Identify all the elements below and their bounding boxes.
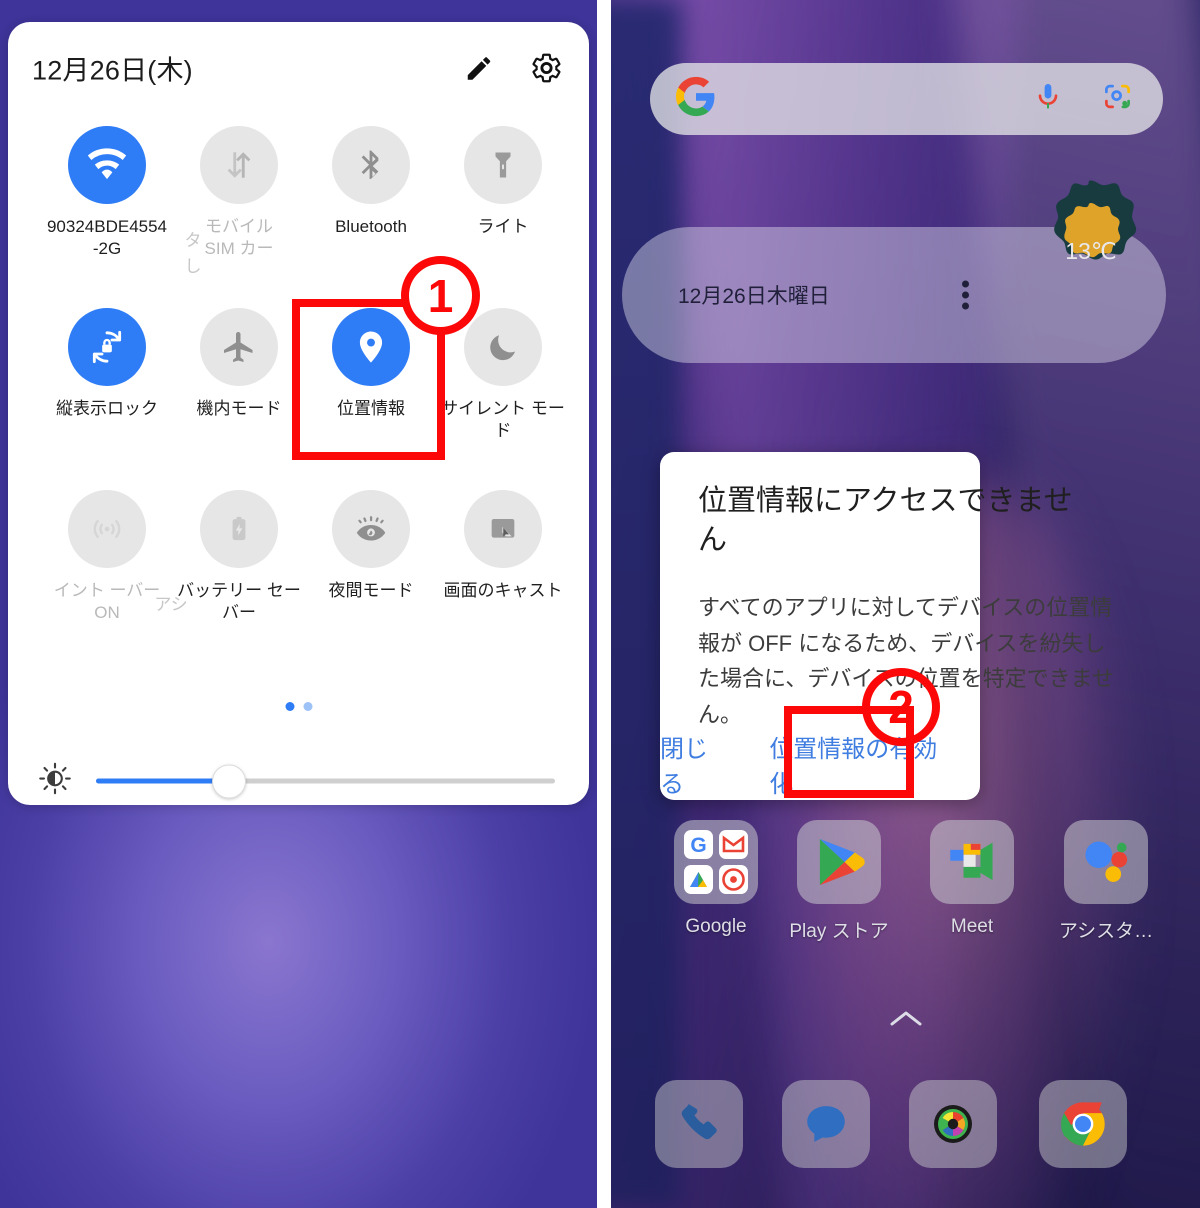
google-assistant-icon — [1064, 820, 1148, 904]
weather-widget[interactable]: 13℃ — [1032, 177, 1150, 295]
tile-row-1: 90324BDE4554-2G モバイル SIM カー Bluetooth ライ… — [8, 126, 589, 308]
airplane-icon — [200, 308, 278, 386]
tile-bluetooth[interactable]: Bluetooth — [305, 126, 437, 238]
tile-row-3: イント ーバー ON バッテリー セーバー 夜間モード 画面のキャスト アシ — [8, 490, 589, 672]
weather-temperature: 13℃ — [1065, 237, 1117, 264]
google-lens-icon[interactable] — [1102, 81, 1133, 117]
play-store-icon — [797, 820, 881, 904]
ghost-label-3: アシ — [154, 595, 188, 614]
tile-flashlight-label: ライト — [477, 217, 529, 236]
wifi-icon — [68, 126, 146, 204]
brightness-track[interactable] — [96, 764, 555, 798]
quick-settings-date: 12月26日(木) — [32, 55, 193, 86]
camera-icon — [908, 1080, 997, 1168]
chevron-up-icon[interactable] — [611, 1008, 1200, 1035]
mobile-data-icon — [200, 126, 278, 204]
google-g-icon — [676, 76, 716, 122]
brightness-icon — [38, 762, 72, 801]
tile-screen-cast-label: 画面のキャスト — [443, 581, 563, 600]
tile-night-mode[interactable]: 夜間モード — [305, 490, 437, 602]
svg-text:G: G — [690, 834, 706, 857]
tile-flashlight[interactable]: ライト — [437, 126, 569, 238]
google-meet-icon — [930, 820, 1014, 904]
moon-icon — [464, 308, 542, 386]
messages-icon — [781, 1080, 870, 1168]
brightness-fill — [96, 778, 230, 784]
tile-airplane-mode-label: 機内モード — [196, 399, 282, 418]
app-assistant-label: アシスタ… — [1058, 921, 1154, 942]
annotation-marker-1: 1 — [401, 256, 480, 335]
ghost-label-1: タ — [184, 231, 202, 250]
tile-wifi-label: 90324BDE4554-2G — [46, 217, 168, 258]
home-app-row: G Google Play ストア Meet アシスタ… — [611, 820, 1200, 960]
night-mode-eye-icon — [332, 490, 410, 568]
brightness-knob[interactable] — [212, 764, 247, 798]
tile-wifi[interactable]: 90324BDE4554-2G — [41, 126, 173, 260]
tile-bluetooth-label: Bluetooth — [335, 217, 407, 236]
page-dots[interactable] — [285, 702, 312, 711]
quick-settings-header: 12月26日(木) — [8, 22, 589, 114]
app-assistant[interactable]: アシスタ… — [1041, 820, 1171, 943]
sunny-icon — [1054, 180, 1137, 260]
annotation-marker-2: 2 — [862, 668, 940, 746]
phone-icon — [654, 1080, 743, 1168]
ghost-label-2: し — [184, 257, 202, 276]
google-search-bar[interactable] — [650, 63, 1163, 135]
tile-rotation-lock[interactable]: 縦表示ロック — [41, 308, 173, 420]
tile-rotation-lock-label: 縦表示ロック — [56, 399, 158, 418]
page-dot-2[interactable] — [303, 702, 312, 711]
dock-messages[interactable] — [778, 1080, 873, 1168]
dock-chrome[interactable] — [1035, 1080, 1130, 1168]
app-play-store[interactable]: Play ストア — [774, 820, 904, 943]
microphone-icon[interactable] — [1033, 82, 1063, 117]
home-dock — [611, 1080, 1200, 1180]
battery-saver-icon — [200, 490, 278, 568]
rotation-lock-icon — [68, 308, 146, 386]
dialog-title: 位置情報にアクセスできません — [698, 485, 1073, 556]
tile-airplane-mode[interactable]: 機内モード — [173, 308, 305, 420]
tile-night-mode-label: 夜間モード — [328, 581, 414, 600]
brightness-slider-row[interactable] — [8, 757, 589, 805]
screen-cast-icon — [464, 490, 542, 568]
page-dot-1[interactable] — [285, 702, 294, 711]
app-google-folder-label: Google — [685, 916, 747, 937]
app-google-folder[interactable]: G Google — [651, 820, 781, 938]
flashlight-icon — [464, 126, 542, 204]
google-folder-icon: G — [674, 820, 758, 904]
tile-screen-cast[interactable]: 画面のキャスト — [437, 490, 569, 602]
chrome-icon — [1038, 1080, 1127, 1168]
pencil-icon[interactable] — [464, 53, 494, 83]
left-phone-screen: 12月26日(木) 90324BDE4554-2G モバイル SIM カー Bl… — [0, 0, 597, 1208]
app-meet[interactable]: Meet — [907, 820, 1037, 938]
bluetooth-icon — [332, 126, 410, 204]
app-meet-label: Meet — [950, 916, 994, 937]
dock-phone[interactable] — [651, 1080, 746, 1168]
gear-icon[interactable] — [530, 52, 563, 85]
app-play-store-label: Play ストア — [789, 921, 889, 942]
nfc-icon — [68, 490, 146, 568]
screenshot-stage: 12月26日(木) 90324BDE4554-2G モバイル SIM カー Bl… — [0, 0, 1200, 1208]
panel-divider — [597, 0, 611, 1208]
close-button[interactable]: 閉じる — [660, 729, 729, 799]
kebab-menu-icon[interactable] — [962, 277, 969, 314]
at-a-glance-date: 12月26日木曜日 — [678, 285, 830, 308]
dock-camera[interactable] — [905, 1080, 1000, 1168]
tile-silent-mode-label: サイレント モード — [441, 399, 565, 440]
